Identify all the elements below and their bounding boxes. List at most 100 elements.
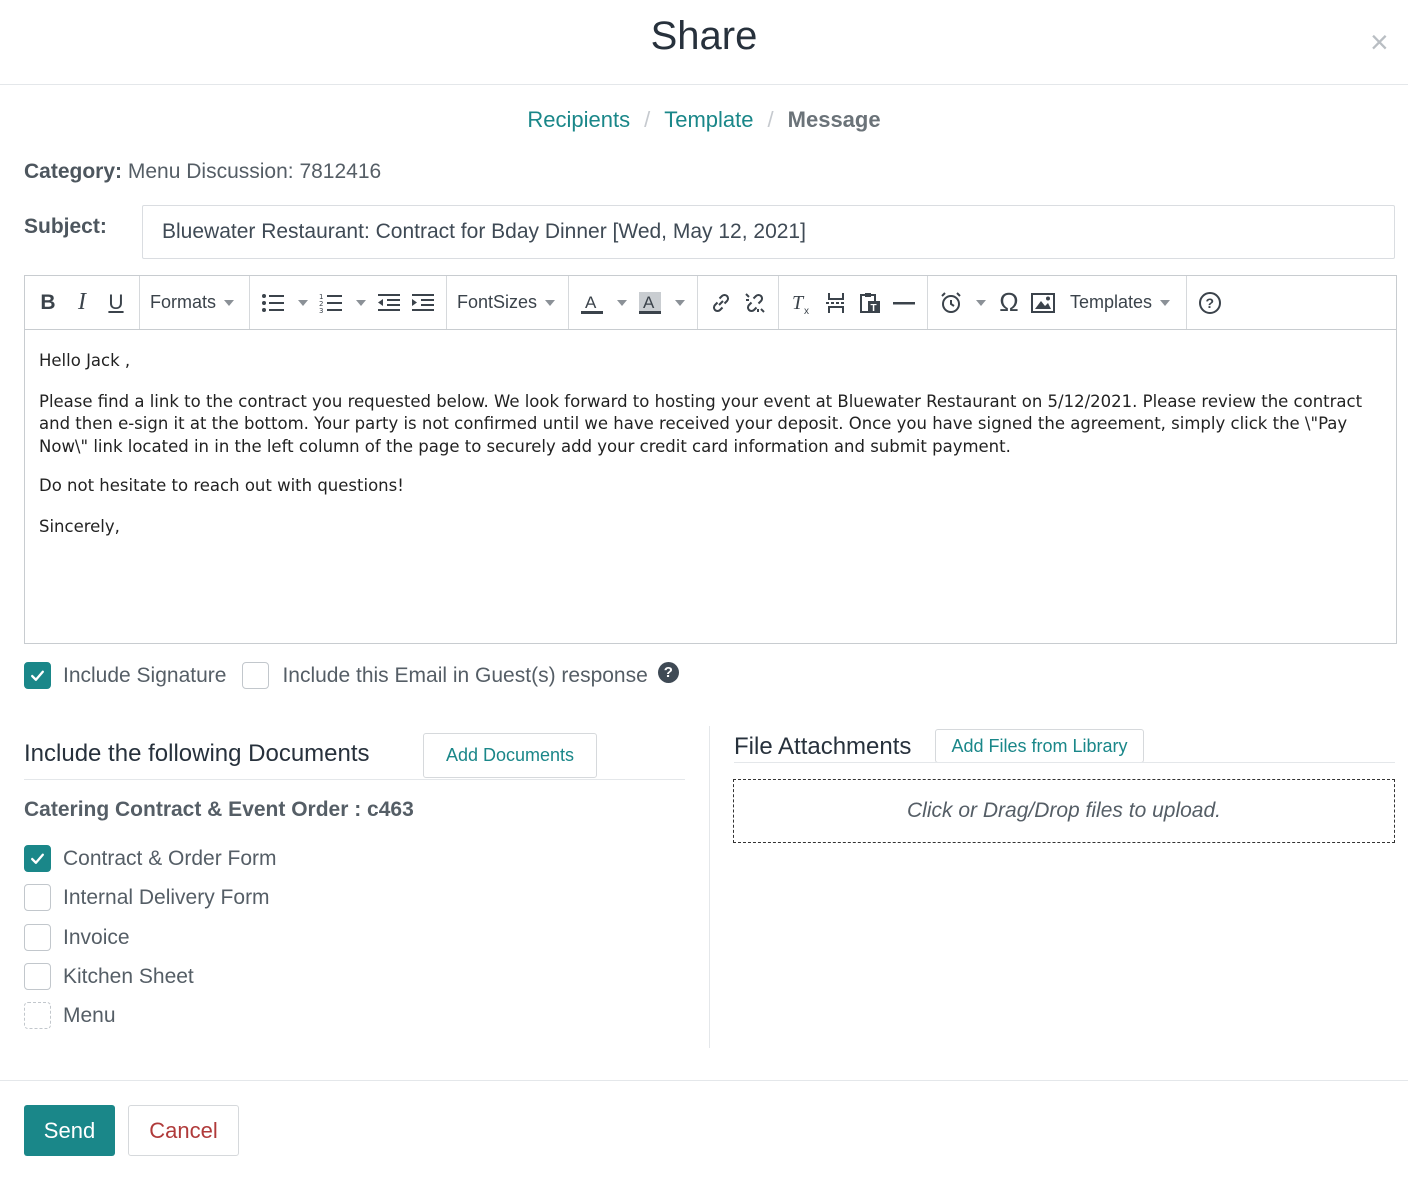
svg-text:3: 3	[319, 307, 323, 314]
divider	[734, 762, 1395, 763]
include-email-checkbox[interactable]	[242, 662, 270, 689]
link-icon[interactable]	[704, 286, 738, 320]
background-color-icon[interactable]: A	[633, 286, 667, 320]
document-item-menu[interactable]: Menu	[24, 1002, 116, 1029]
document-checkbox[interactable]	[24, 1002, 51, 1029]
document-checkbox[interactable]	[24, 924, 51, 951]
document-item-contract[interactable]: Contract & Order Form	[24, 845, 277, 872]
step-separator: /	[644, 107, 651, 132]
email-options: Include Signature Include this Email in …	[24, 662, 679, 689]
email-greeting: Hello Jack ,	[39, 351, 131, 370]
document-checkbox[interactable]	[24, 845, 51, 872]
document-label: Internal Delivery Form	[63, 885, 270, 909]
special-char-icon[interactable]: Ω	[992, 286, 1026, 320]
document-item-delivery[interactable]: Internal Delivery Form	[24, 884, 270, 911]
chevron-down-icon[interactable]	[298, 299, 308, 306]
bullet-list-icon[interactable]	[256, 286, 290, 320]
bold-icon[interactable]: B	[31, 286, 65, 320]
help-icon[interactable]: ?	[1193, 286, 1227, 320]
chevron-down-icon[interactable]	[976, 299, 986, 306]
toolbar-group-fontsizes: FontSizes	[447, 276, 569, 329]
include-email-label: Include this Email in Guest(s) response	[282, 663, 648, 687]
step-message: Message	[787, 107, 881, 132]
document-label: Menu	[63, 1003, 116, 1027]
document-checkbox[interactable]	[24, 963, 51, 990]
toolbar-group-formats: Formats	[140, 276, 250, 329]
underline-icon[interactable]: U	[99, 286, 133, 320]
svg-text:A: A	[585, 293, 597, 312]
toolbar-group-help: ?	[1187, 276, 1233, 329]
divider	[24, 779, 685, 780]
formats-label: Formats	[150, 292, 217, 312]
editor-toolbar: B I U Formats 123 FontSizes A A T x T Ω …	[25, 276, 1396, 330]
numbered-list-icon[interactable]: 123	[314, 286, 348, 320]
toolbar-group-misc: Tx T	[779, 276, 928, 329]
check-icon	[31, 853, 44, 864]
toolbar-group-lists: 123	[250, 276, 447, 329]
close-icon[interactable]: ×	[1370, 24, 1389, 60]
templates-label: Templates	[1070, 292, 1153, 312]
indent-icon[interactable]	[406, 286, 440, 320]
step-template[interactable]: Template	[664, 107, 753, 132]
chevron-down-icon	[1160, 299, 1171, 306]
text-color-icon[interactable]: A	[575, 286, 609, 320]
toolbar-group-links	[698, 276, 779, 329]
file-dropzone[interactable]: Click or Drag/Drop files to upload.	[733, 779, 1395, 843]
include-signature-checkbox[interactable]	[24, 662, 51, 689]
chevron-down-icon	[224, 299, 235, 306]
document-checkbox[interactable]	[24, 884, 51, 911]
toolbar-group-insert: Ω Templates	[928, 276, 1188, 329]
modal-title: Share	[650, 14, 758, 58]
email-body-paragraph: Please find a link to the contract you r…	[39, 391, 1363, 456]
subject-label: Subject:	[24, 215, 107, 238]
include-signature-label: Include Signature	[63, 663, 227, 687]
toolbar-group-colors: A A	[569, 276, 698, 329]
step-separator: /	[767, 107, 774, 132]
add-documents-button[interactable]: Add Documents	[423, 733, 597, 778]
horizontal-rule-icon[interactable]	[887, 286, 921, 320]
document-item-invoice[interactable]: Invoice	[24, 924, 130, 951]
category-value: Menu Discussion: 7812416	[127, 160, 382, 183]
email-closing-line: Do not hesitate to reach out with questi…	[39, 476, 404, 495]
clear-format-icon[interactable]: Tx	[785, 286, 819, 320]
add-files-from-library-button[interactable]: Add Files from Library	[935, 729, 1144, 763]
image-icon[interactable]	[1026, 286, 1060, 320]
document-item-kitchen-sheet[interactable]: Kitchen Sheet	[24, 963, 194, 990]
chevron-down-icon[interactable]	[356, 299, 366, 306]
fontsizes-dropdown[interactable]: FontSizes	[453, 286, 565, 320]
document-label: Invoice	[63, 925, 130, 949]
send-button[interactable]: Send	[24, 1105, 115, 1156]
templates-dropdown[interactable]: Templates	[1066, 286, 1180, 320]
outdent-icon[interactable]	[372, 286, 406, 320]
svg-text:x: x	[804, 306, 809, 316]
column-divider	[709, 726, 710, 1048]
subject-input[interactable]	[142, 205, 1395, 259]
paste-text-icon[interactable]: T	[853, 286, 887, 320]
footer-divider	[0, 1080, 1408, 1081]
svg-text:?: ?	[1206, 295, 1215, 311]
category-line: Category: Menu Discussion: 7812416	[24, 160, 381, 184]
svg-text:T: T	[871, 303, 877, 314]
rich-text-editor: B I U Formats 123 FontSizes A A T x T Ω …	[24, 275, 1397, 644]
file-attachments-heading: File Attachments	[734, 733, 912, 760]
fontsizes-label: FontSizes	[457, 292, 538, 312]
chevron-down-icon	[545, 299, 556, 306]
document-label: Contract & Order Form	[63, 846, 277, 870]
email-signoff: Sincerely,	[39, 516, 120, 536]
modal-header: Share ×	[0, 0, 1408, 85]
chevron-down-icon[interactable]	[675, 299, 685, 306]
step-recipients[interactable]: Recipients	[527, 107, 630, 132]
check-icon	[31, 670, 44, 681]
formats-dropdown[interactable]: Formats	[146, 286, 244, 320]
alarm-icon[interactable]	[934, 286, 968, 320]
documents-heading: Include the following Documents	[24, 740, 370, 767]
document-group-title: Catering Contract & Event Order : c463	[24, 798, 414, 821]
document-label: Kitchen Sheet	[63, 964, 194, 988]
page-break-icon[interactable]	[819, 286, 853, 320]
editor-content[interactable]: Hello Jack , Please find a link to the c…	[25, 330, 1396, 576]
cancel-button[interactable]: Cancel	[128, 1105, 239, 1156]
chevron-down-icon[interactable]	[617, 299, 627, 306]
question-circle-icon[interactable]: ?	[657, 662, 679, 683]
unlink-icon[interactable]	[738, 286, 772, 320]
italic-icon[interactable]: I	[65, 286, 99, 320]
